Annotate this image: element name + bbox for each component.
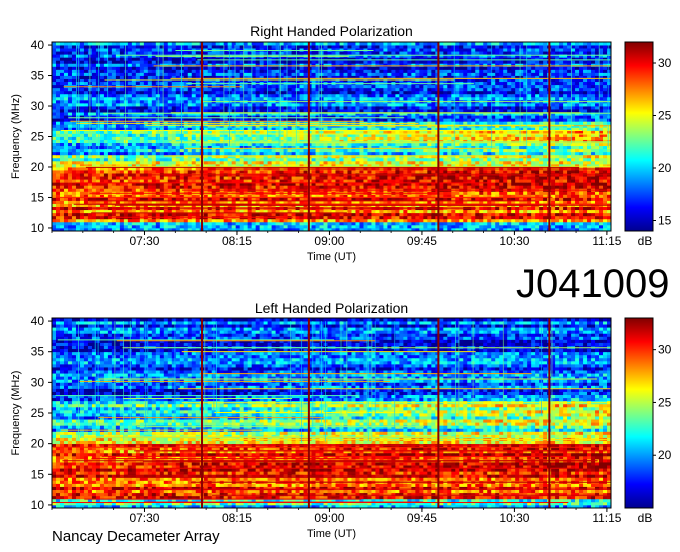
x-tick-label: 11:15 <box>592 511 621 525</box>
colorbar-tick-label: 15 <box>658 214 672 228</box>
y-tick-label: 20 <box>31 160 45 174</box>
spectrogram-panel-1: Right Handed Polarization 10 15 20 25 30 35 40 F… <box>10 23 672 263</box>
y-tick-label: 40 <box>31 314 45 328</box>
y-tick-label: 30 <box>31 375 45 389</box>
y-tick-label: 35 <box>31 345 45 359</box>
panel-title: Left Handed Polarization <box>255 300 408 316</box>
y-axis-label: Frequency (MHz) <box>10 371 22 456</box>
x-tick-label: 10:30 <box>499 234 529 248</box>
y-tick-label: 15 <box>31 190 45 204</box>
heatmap-cells <box>52 318 612 509</box>
observation-identifier: J041009 <box>516 262 670 306</box>
y-tick-label: 40 <box>31 38 45 52</box>
y-tick-label: 10 <box>31 498 45 512</box>
y-tick-label: 35 <box>31 69 45 83</box>
spectrogram-panel-2: Left Handed Polarization 10 15 20 25 30 35 40 Fr… <box>10 300 672 540</box>
x-axis-label: Time (UT) <box>307 528 356 540</box>
colorbar <box>624 41 654 232</box>
colorbar-tick-label: 30 <box>658 343 672 357</box>
x-tick-label: 08:15 <box>222 511 252 525</box>
x-tick-label: 07:30 <box>129 234 159 248</box>
colorbar-tick-label: 20 <box>658 448 672 462</box>
heatmap-cells <box>52 42 612 232</box>
y-axis-label: Frequency (MHz) <box>10 94 22 179</box>
panel-title: Right Handed Polarization <box>250 23 413 39</box>
colorbar-tick-label: 30 <box>658 56 672 70</box>
colorbar-label: dB <box>638 511 653 525</box>
colorbar <box>624 317 654 509</box>
y-tick-label: 10 <box>31 221 45 235</box>
colorbar-tick-label: 25 <box>658 395 672 409</box>
y-tick-label: 20 <box>31 437 45 451</box>
colorbar-tick-label: 25 <box>658 109 672 123</box>
y-tick-label: 25 <box>31 406 45 420</box>
x-tick-label: 09:00 <box>314 511 344 525</box>
x-axis-label: Time (UT) <box>307 251 356 263</box>
y-tick-label: 30 <box>31 99 45 113</box>
x-tick-label: 09:00 <box>314 234 344 248</box>
x-tick-label: 07:30 <box>129 511 159 525</box>
instrument-name: Nancay Decameter Array <box>52 528 220 545</box>
x-tick-label: 10:30 <box>499 511 529 525</box>
x-tick-label: 11:15 <box>592 234 621 248</box>
colorbar-tick-label: 20 <box>658 161 672 175</box>
x-tick-label: 08:15 <box>222 234 252 248</box>
y-tick-label: 25 <box>31 130 45 144</box>
y-tick-label: 15 <box>31 467 45 481</box>
x-tick-label: 09:45 <box>407 234 437 248</box>
colorbar-label: dB <box>638 234 653 248</box>
x-tick-label: 09:45 <box>407 511 437 525</box>
